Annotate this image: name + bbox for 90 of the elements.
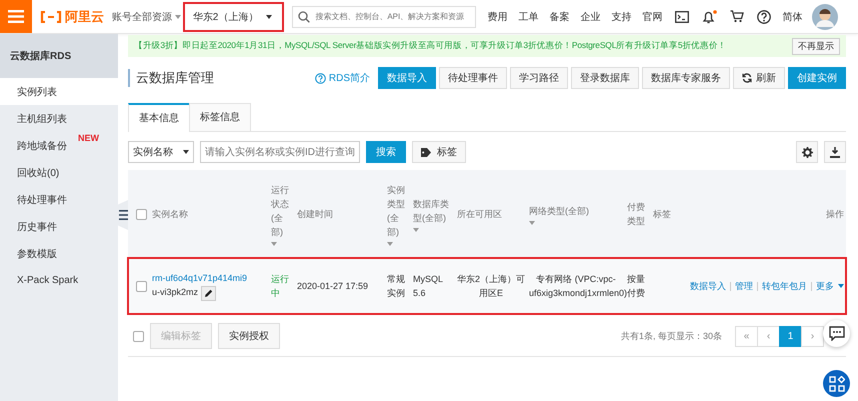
chat-icon [828,326,844,341]
column-header: 实例类型(全部) [387,184,405,236]
menu-button[interactable] [0,0,32,33]
action-link[interactable]: 转包年包月 [762,279,807,293]
apps-icon [828,376,844,392]
region-dropdown[interactable]: 华东2（上海） [182,2,284,32]
nav-link[interactable]: 费用 [487,10,508,24]
sidebar-item[interactable]: X-Pack Spark [0,267,118,294]
sidebar-title: 云数据库RDS [0,34,118,78]
sidebar-item[interactable]: 参数模版 [0,240,118,267]
checkbox[interactable] [136,281,146,292]
checkbox[interactable] [133,330,144,342]
footer-button[interactable]: 实例授权 [218,323,280,349]
caret-icon[interactable] [271,242,277,246]
tag-button[interactable]: 标签 [412,141,466,163]
table-cell: 华东2（上海）可用区E [457,274,526,298]
column-header: 运行状态(全部) [271,184,289,236]
help-icon [314,72,326,84]
action-link[interactable]: 数据导入 [690,279,726,293]
settings-icon [802,146,812,158]
column-header: 实例名称 [152,209,188,219]
apps-button[interactable] [823,370,850,397]
nav-link[interactable]: 备案 [549,10,570,24]
settings-button[interactable] [796,141,818,163]
cart-icon[interactable] [730,10,744,23]
refresh-icon [742,73,752,83]
edit-button[interactable] [201,286,216,301]
tag-icon [421,148,433,156]
search-field[interactable]: 请输入实例名称或实例ID进行查询 [200,141,360,163]
instance-name: u-vi3pk2mz [152,287,198,298]
terminal-icon[interactable] [675,10,690,22]
table-cell: MySQL 5.6 [413,274,443,298]
sidebar-item[interactable]: 实例列表 [0,78,118,105]
table-cell: 专有网络 (VPC:vpc-uf6xig3kmondj1xrmlen0) [529,274,628,298]
table-cell: 常规实例 [387,274,405,298]
toolbar-button[interactable]: 登录数据库 [571,67,639,89]
pagination-summary: 共有1条, 每页显示：30条 [620,330,722,342]
list-icon [118,210,128,220]
status-text: 运行中 [271,274,289,298]
action-link[interactable]: 更多 [816,279,844,293]
dismiss-button[interactable]: 不再显示 [792,38,840,54]
column-header: 付费类型 [627,202,645,226]
nav-link[interactable]: 支持 [611,10,632,24]
sidebar-item[interactable]: 跨地域备份 NEW [0,132,118,159]
export-button[interactable] [824,141,846,163]
caret-icon[interactable] [413,228,419,232]
new-label: NEW [78,133,99,143]
language-link[interactable]: 简体 [782,10,802,24]
column-header: 标签 [653,209,671,219]
checkbox[interactable] [136,209,146,220]
logo-text: 阿里云 [65,8,104,26]
column-header: 操作 [826,209,844,219]
page-title: 云数据库管理 [128,69,312,87]
sidebar-item[interactable]: 回收站(0) [0,159,118,186]
export-icon [830,146,840,158]
toolbar-button[interactable]: 学习路径 [510,67,568,89]
logo-icon [40,10,62,22]
chat-button[interactable] [823,320,850,347]
help-link[interactable]: RDS简介 [314,71,370,85]
nav-link[interactable]: 企业 [580,10,600,24]
toolbar-button[interactable]: 数据库专家服务 [642,67,730,89]
bell-icon[interactable] [702,10,718,24]
action-link[interactable]: 管理 [735,279,753,293]
column-header: 所在可用区 [457,209,502,219]
column-header: 创建时间 [297,209,333,219]
refresh-button[interactable]: 刷新 [733,67,785,89]
sidebar-item[interactable]: 历史事件 [0,213,118,240]
sidebar-item[interactable]: 主机组列表 [0,105,118,132]
nav-link[interactable]: 官网 [642,10,662,24]
column-header: 数据库类型(全部) [413,198,449,222]
instance-link[interactable]: rm-uf6o4q1v71p414mi9 [152,273,248,284]
tab[interactable]: 标签信息 [189,103,251,131]
promo-text: 【升级3折】即日起至2020年1月31日，MySQL/SQL Server基础版实例升级至高可用版，可享升级订单3折优惠价！PostgreSQL所有升级订单享5折优惠价！ [134,40,726,52]
help-icon[interactable] [757,10,772,24]
search-field[interactable]: 搜索文档、控制台、API、解决方案和资源 [292,6,476,28]
menu-icon [8,10,24,23]
toolbar-button[interactable]: 待处理事件 [439,67,507,89]
sidebar-item[interactable]: 待处理事件 [0,186,118,213]
caret-icon[interactable] [387,242,393,246]
column-header: 网络类型(全部) [529,206,589,216]
field-select[interactable]: 实例名称 [128,141,194,163]
tab[interactable]: 基本信息 [128,103,190,132]
account-dropdown[interactable]: 账号全部资源 [112,10,181,24]
avatar-icon[interactable] [812,4,838,30]
caret-icon[interactable] [529,220,535,224]
nav-link[interactable]: 工单 [518,10,538,24]
collapse-handle[interactable] [118,200,128,230]
pencil-icon [204,288,214,298]
table-cell: 2020-01-27 17:59 [297,281,368,291]
table-cell: 按量付费 [627,274,645,298]
